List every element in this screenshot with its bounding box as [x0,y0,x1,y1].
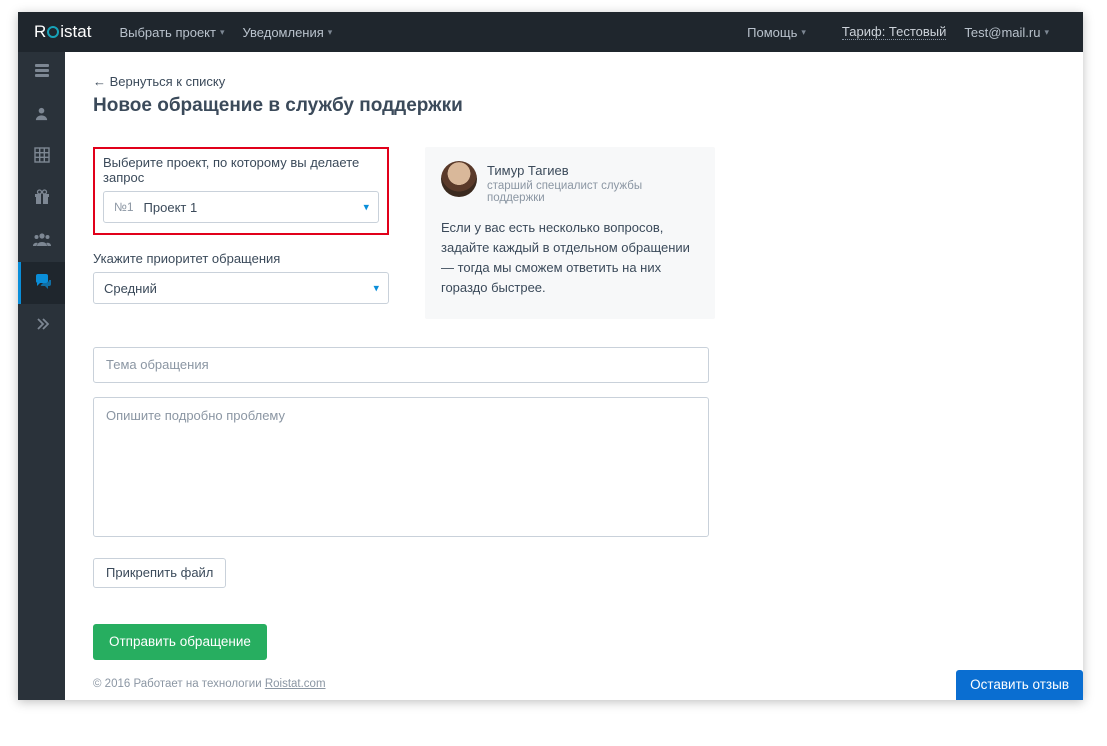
expand-icon [35,317,49,334]
sidebar-item-grid[interactable] [18,136,65,178]
specialist-role: старший специалист службы поддержки [487,180,697,204]
users-icon [33,232,51,251]
chat-icon [35,274,52,293]
project-select[interactable]: №1 Проект 1 [103,191,379,223]
user-menu[interactable]: Test@mail.ru ▾ [964,25,1049,40]
chevron-down-icon: ▾ [1044,27,1049,38]
chevron-down-icon: ▾ [801,27,806,38]
project-select-label: Выберите проект, по которому вы делаете … [103,155,379,185]
server-icon [34,63,50,83]
logo[interactable]: R istat [34,22,91,42]
specialist-avatar [441,161,477,197]
sidebar-item-users[interactable] [18,220,65,262]
priority-select[interactable]: Средний [93,272,389,304]
main-content: ← Вернуться к списку Новое обращение в с… [65,52,1083,700]
logo-prefix: R [34,22,46,42]
back-link[interactable]: ← Вернуться к списку [93,74,1057,89]
top-bar: R istat Выбрать проект ▾ Уведомления ▾ П… [18,12,1083,52]
notifications-link[interactable]: Уведомления ▾ [243,25,333,40]
footer-copyright: © 2016 Работает на технологии [93,678,265,690]
description-textarea[interactable] [93,397,709,537]
chevron-down-icon: ▾ [328,27,333,38]
project-select-highlight: Выберите проект, по которому вы делаете … [93,147,389,235]
project-selector[interactable]: Выбрать проект ▾ [119,25,224,40]
specialist-hint: Если у вас есть несколько вопросов, зада… [441,218,697,299]
page-title: Новое обращение в службу поддержки [93,95,1057,117]
gift-icon [34,189,50,209]
specialist-name: Тимур Тагиев [487,163,697,178]
sidebar-item-user[interactable] [18,94,65,136]
subject-input[interactable] [93,347,709,383]
project-selector-label: Выбрать проект [119,25,216,40]
tariff-link[interactable]: Тариф: Тестовый [842,24,947,40]
footer: © 2016 Работает на технологии Roistat.co… [93,660,1057,690]
user-email: Test@mail.ru [964,25,1040,40]
specialist-info-box: Тимур Тагиев старший специалист службы п… [425,147,715,319]
attach-file-button[interactable]: Прикрепить файл [93,558,226,588]
project-select-value: Проект 1 [144,200,198,215]
priority-select-value: Средний [104,281,157,296]
chevron-down-icon: ▾ [220,27,225,38]
sidebar-item-chat[interactable] [18,262,65,304]
sidebar-item-gift[interactable] [18,178,65,220]
priority-select-label: Укажите приоритет обращения [93,251,389,266]
sidebar-item-expand[interactable] [18,304,65,346]
logo-suffix: istat [60,22,91,42]
logo-dot-icon [47,26,59,38]
project-number: №1 [114,200,134,214]
sidebar-item-server[interactable] [18,52,65,94]
help-link[interactable]: Помощь ▾ [747,25,806,40]
feedback-button[interactable]: Оставить отзыв [956,670,1083,700]
grid-icon [34,147,50,167]
help-label: Помощь [747,25,797,40]
footer-link[interactable]: Roistat.com [265,678,326,690]
notifications-label: Уведомления [243,25,324,40]
sidebar [18,52,65,700]
submit-button[interactable]: Отправить обращение [93,624,267,660]
user-icon [34,106,49,125]
